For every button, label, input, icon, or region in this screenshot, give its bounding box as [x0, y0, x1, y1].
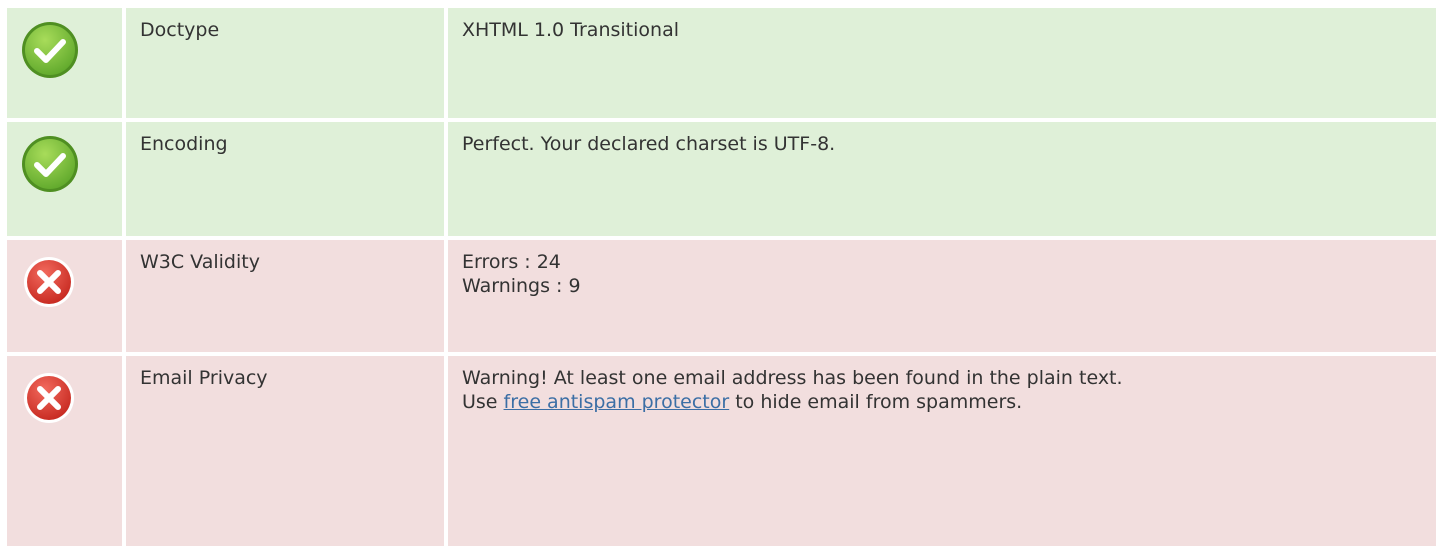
row-label: W3C Validity: [126, 240, 444, 352]
errors-count: Errors : 24: [462, 251, 561, 273]
row-label: Encoding: [126, 122, 444, 236]
value-text: XHTML 1.0 Transitional: [462, 19, 679, 41]
row-value: Warning! At least one email address has …: [448, 356, 1436, 546]
row-value: XHTML 1.0 Transitional: [448, 8, 1436, 118]
status-cell: [7, 8, 122, 118]
status-cell: [7, 356, 122, 546]
row-value: Perfect. Your declared charset is UTF-8.: [448, 122, 1436, 236]
warnings-count: Warnings : 9: [462, 275, 581, 297]
antispam-protector-link[interactable]: free antispam protector: [504, 391, 730, 413]
x-circle-icon: [24, 257, 74, 307]
value-text: Perfect. Your declared charset is UTF-8.: [462, 133, 836, 155]
value-post: to hide email from spammers.: [729, 391, 1023, 413]
table-row-email-privacy: Email Privacy Warning! At least one emai…: [7, 356, 1436, 546]
table-row-w3c-validity: W3C Validity Errors : 24 Warnings : 9: [7, 240, 1436, 352]
table-row-doctype: Doctype XHTML 1.0 Transitional: [7, 8, 1436, 118]
row-label: Email Privacy: [126, 356, 444, 546]
results-table: Doctype XHTML 1.0 Transitional Encoding …: [7, 8, 1436, 546]
value-pre: Use: [462, 391, 504, 413]
table-row-encoding: Encoding Perfect. Your declared charset …: [7, 122, 1436, 236]
check-circle-icon: [22, 22, 78, 78]
status-cell: [7, 122, 122, 236]
row-value: Errors : 24 Warnings : 9: [448, 240, 1436, 352]
status-cell: [7, 240, 122, 352]
x-circle-icon: [24, 373, 74, 423]
check-circle-icon: [22, 136, 78, 192]
row-label: Doctype: [126, 8, 444, 118]
value-text-line2: Use free antispam protector to hide emai…: [462, 390, 1436, 414]
value-text: Warning! At least one email address has …: [462, 367, 1123, 389]
